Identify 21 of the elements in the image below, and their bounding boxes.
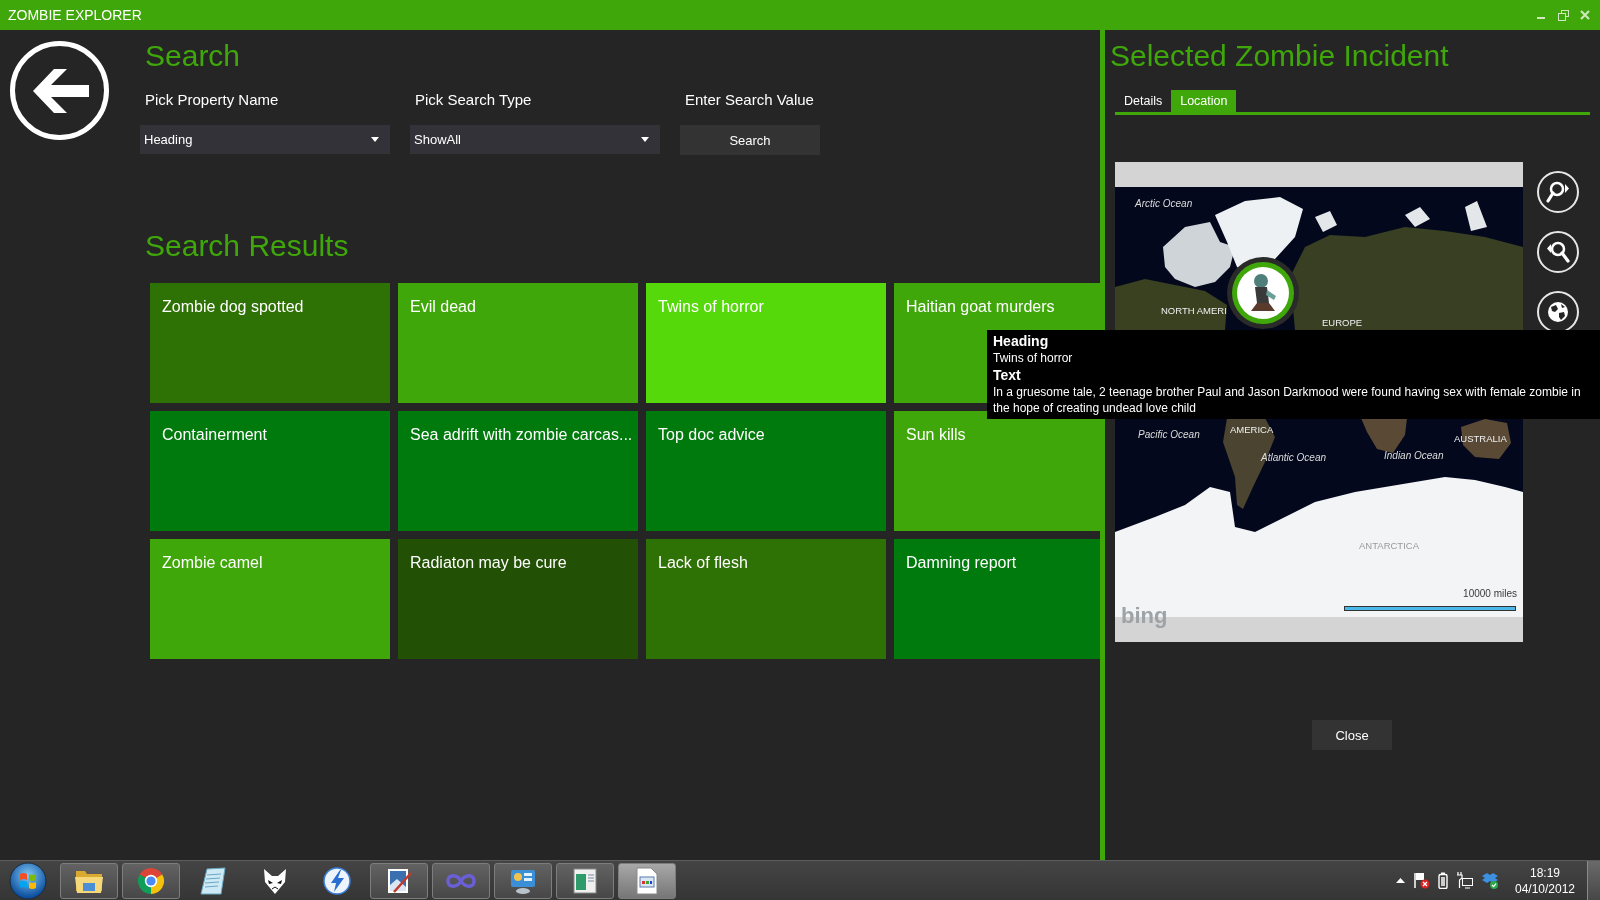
map-logo: bing xyxy=(1121,603,1168,629)
map-label: Indian Ocean xyxy=(1384,450,1444,462)
map-label: AMERICA xyxy=(1230,424,1274,436)
tooltip-text: Twins of horror xyxy=(993,350,1073,366)
section-heading: Search xyxy=(145,38,241,74)
map-label: Atlantic Ocean xyxy=(1261,452,1327,464)
section-heading: Search Results xyxy=(145,228,349,264)
panel-heading: Selected Zombie Incident xyxy=(1110,38,1449,74)
map-label: AUSTRALIA xyxy=(1454,433,1507,445)
window-title: ZOMBIE EXPLORER xyxy=(8,6,142,24)
tooltip-label: Text xyxy=(993,367,1021,384)
map-label: EUROPE xyxy=(1322,317,1363,329)
field-label: Enter Search Value xyxy=(685,91,814,109)
map-label: NORTH AMERI xyxy=(1161,305,1227,317)
map-label: Arctic Ocean xyxy=(1135,198,1193,210)
scale-label: 10000 miles xyxy=(1463,588,1517,600)
field-label: Pick Search Type xyxy=(415,91,532,109)
map-label: Pacific Ocean xyxy=(1138,429,1200,441)
tooltip-label: Heading xyxy=(993,333,1049,350)
field-label: Pick Property Name xyxy=(145,91,279,109)
map-label: ANTARCTICA xyxy=(1359,540,1419,552)
